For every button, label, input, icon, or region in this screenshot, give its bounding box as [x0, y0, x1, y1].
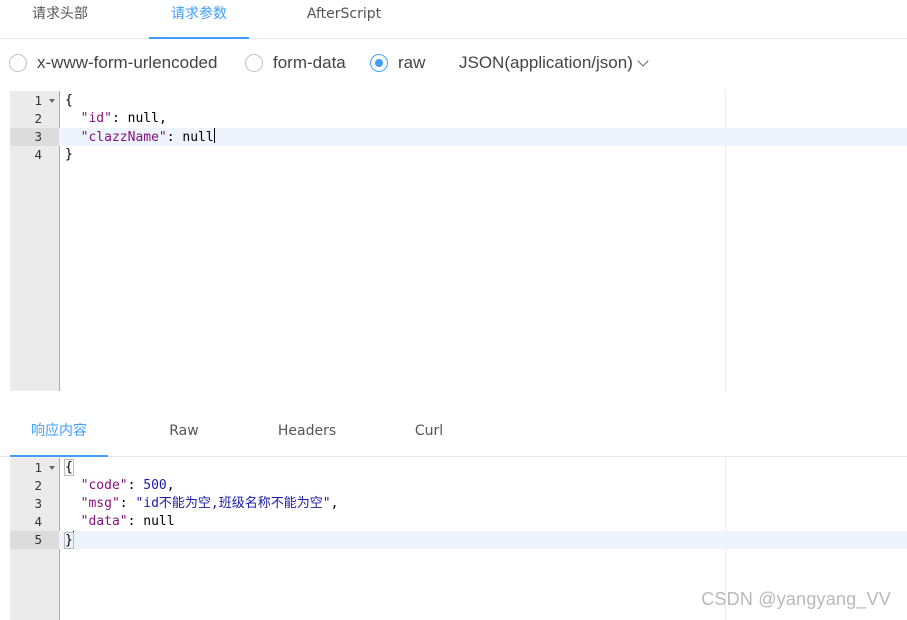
editor-line-active: 5 }: [10, 531, 907, 549]
editor-line: 3 "msg": "id不能为空,班级名称不能为空",: [10, 495, 907, 513]
tab-request-headers[interactable]: 请求头部: [10, 0, 110, 38]
editor-line: 1 {: [10, 459, 907, 477]
radio-label: raw: [398, 53, 426, 72]
json-key: "msg": [80, 496, 120, 511]
radio-x-www-form-urlencoded[interactable]: x-www-form-urlencoded: [9, 52, 217, 74]
tab-response-content[interactable]: 响应内容: [10, 418, 108, 457]
brace: }: [65, 147, 73, 162]
editor-line: 4 }: [10, 146, 907, 164]
json-value: null: [143, 514, 175, 529]
colon: :: [127, 478, 144, 493]
line-number: 4: [34, 147, 42, 162]
radio-form-data[interactable]: form-data: [245, 52, 346, 74]
colon: :: [127, 514, 144, 529]
brace: {: [64, 459, 74, 476]
brace: }: [64, 532, 74, 549]
radio-circle-icon: [9, 54, 27, 72]
line-number: 2: [34, 111, 42, 126]
editor-line: 2 "id": null,: [10, 110, 907, 128]
json-value: null: [127, 111, 159, 126]
text-cursor: [72, 531, 74, 546]
json-key: "data": [80, 514, 128, 529]
radio-checked-icon: [370, 54, 388, 72]
tab-afterscript[interactable]: AfterScript: [294, 0, 394, 38]
comma: ,: [158, 111, 167, 126]
chevron-down-icon: [637, 55, 649, 67]
radio-label: form-data: [273, 53, 346, 72]
comma: ,: [330, 496, 339, 511]
colon: :: [111, 111, 128, 126]
response-tabs: 响应内容 Raw Headers Curl: [0, 418, 907, 457]
radio-circle-icon: [245, 54, 263, 72]
line-number: 5: [10, 531, 59, 549]
request-tabs: 请求头部 请求参数 AfterScript: [0, 0, 907, 39]
editor-line: 2 "code": 500,: [10, 477, 907, 495]
radio-label: x-www-form-urlencoded: [37, 53, 218, 72]
json-key: "clazzName": [80, 130, 167, 145]
body-type-selector: x-www-form-urlencoded form-data raw JSON…: [0, 44, 907, 82]
tab-request-params[interactable]: 请求参数: [149, 0, 249, 39]
request-body-editor[interactable]: 1 { 2 "id": null, 3 "clazzName": null 4 …: [10, 91, 907, 391]
line-number: 4: [34, 514, 42, 529]
text-cursor: [213, 128, 215, 143]
content-type-value: JSON(application/json): [459, 53, 633, 72]
colon: :: [166, 130, 183, 145]
json-value: 500: [143, 478, 167, 493]
editor-line-active: 3 "clazzName": null: [10, 128, 907, 146]
comma: ,: [166, 478, 175, 493]
json-value: null: [182, 130, 214, 145]
fold-arrow-icon[interactable]: [49, 99, 55, 103]
line-number: 3: [10, 128, 59, 146]
editor-line: 1 {: [10, 92, 907, 110]
editor-line: 4 "data": null: [10, 513, 907, 531]
json-key: "id": [80, 111, 112, 126]
json-value: "id不能为空,班级名称不能为空": [135, 496, 331, 511]
brace: {: [65, 93, 73, 108]
tab-headers[interactable]: Headers: [267, 418, 347, 456]
tab-curl[interactable]: Curl: [389, 418, 469, 456]
colon: :: [119, 496, 136, 511]
tab-raw[interactable]: Raw: [144, 418, 224, 456]
line-number: 2: [34, 478, 42, 493]
content-type-select[interactable]: JSON(application/json): [459, 52, 649, 74]
fold-arrow-icon[interactable]: [49, 466, 55, 470]
line-number: 3: [34, 496, 42, 511]
watermark: CSDN @yangyang_VV: [701, 589, 891, 609]
radio-raw[interactable]: raw: [370, 52, 425, 74]
json-key: "code": [80, 478, 128, 493]
